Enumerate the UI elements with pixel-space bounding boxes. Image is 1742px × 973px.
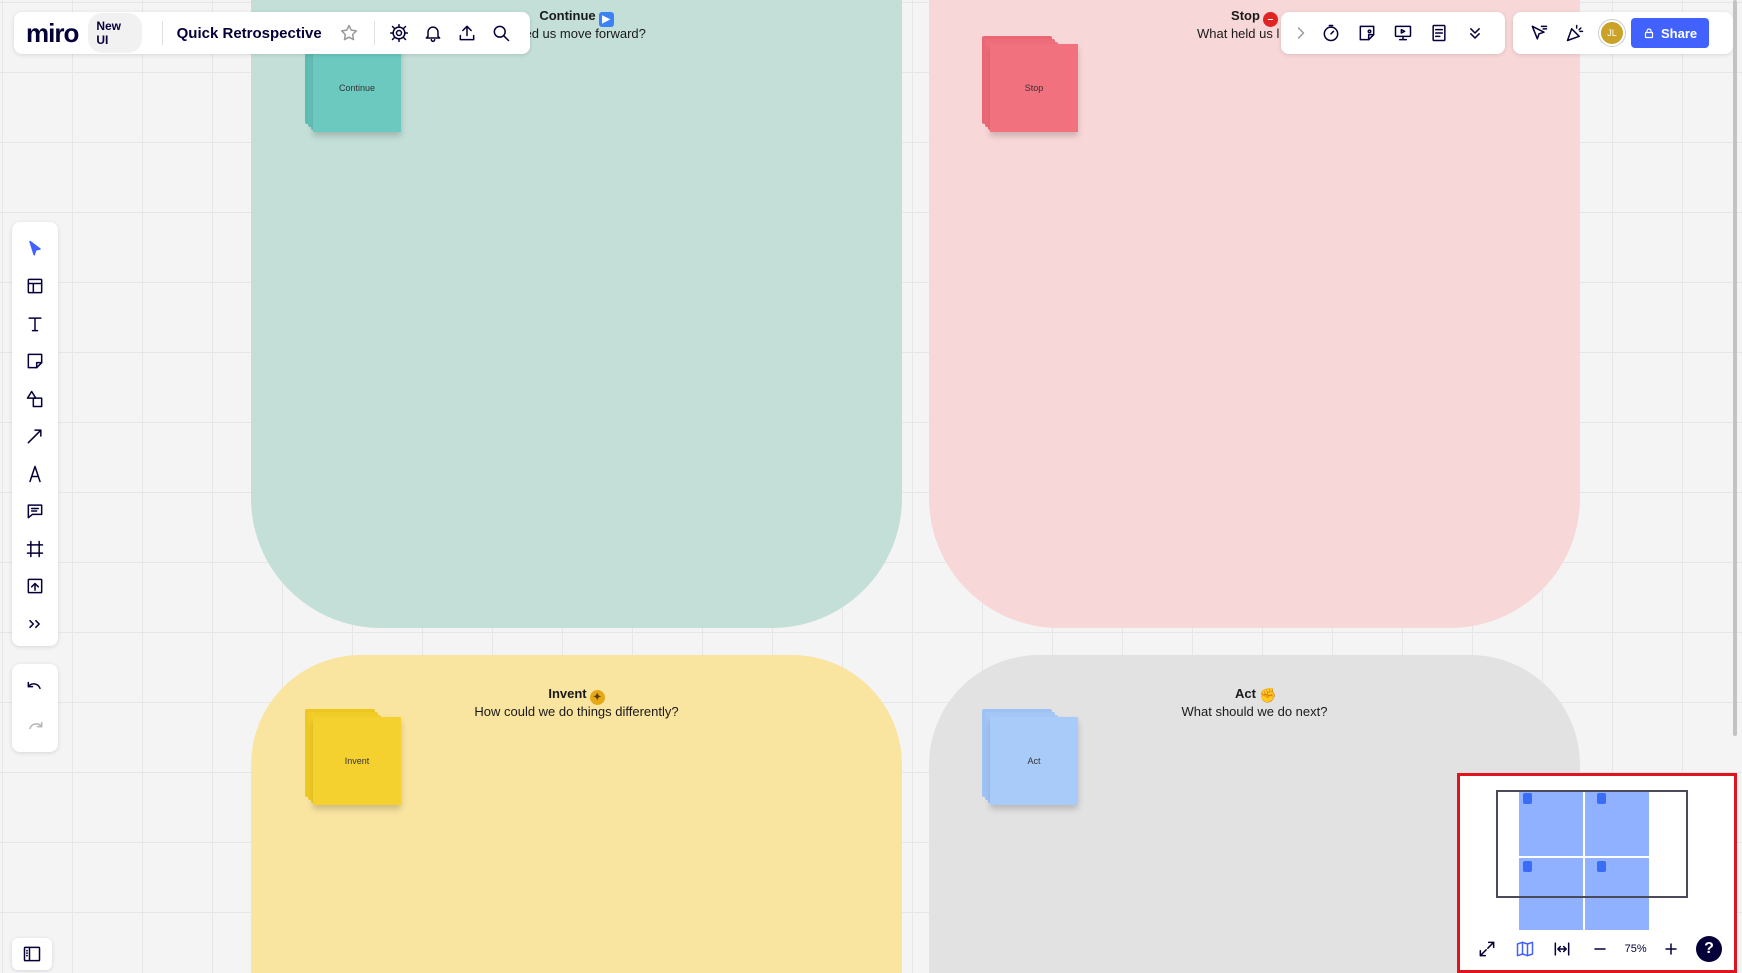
chevron-right-icon[interactable] bbox=[1291, 17, 1311, 49]
sticky-stack-invent[interactable]: Invent bbox=[305, 709, 401, 805]
search-icon[interactable] bbox=[486, 17, 516, 49]
comment-icon[interactable] bbox=[12, 493, 58, 531]
help-icon[interactable]: ? bbox=[1695, 936, 1722, 962]
frame-icon[interactable] bbox=[12, 530, 58, 568]
shapes-icon[interactable] bbox=[12, 380, 58, 418]
fast-forward-emoji-icon: ▶ bbox=[598, 12, 614, 27]
present-icon[interactable] bbox=[1387, 17, 1419, 49]
notes-icon[interactable] bbox=[1423, 17, 1455, 49]
artist-palette-emoji-icon: ✦ bbox=[589, 690, 605, 705]
bell-icon[interactable] bbox=[418, 17, 448, 49]
sidebar-panel-icon bbox=[23, 946, 41, 962]
share-label: Share bbox=[1661, 25, 1698, 41]
star-icon[interactable] bbox=[334, 17, 364, 49]
history-toolbar bbox=[12, 664, 58, 752]
collaboration-toolbar bbox=[1281, 12, 1505, 54]
vertical-scrollbar[interactable] bbox=[1733, 0, 1737, 736]
upload-icon[interactable] bbox=[452, 17, 482, 49]
select-cursor-icon[interactable] bbox=[12, 230, 58, 268]
map-icon[interactable] bbox=[1512, 936, 1538, 962]
sticky-note-continue[interactable]: Continue bbox=[313, 44, 401, 132]
fullscreen-icon[interactable] bbox=[1474, 936, 1500, 962]
undo-icon[interactable] bbox=[12, 670, 58, 710]
pen-icon[interactable] bbox=[12, 455, 58, 493]
board-header-toolbar: miro New UI Quick Retrospective bbox=[14, 12, 530, 54]
celebrate-icon[interactable] bbox=[1559, 17, 1591, 49]
new-ui-badge[interactable]: New UI bbox=[88, 13, 142, 53]
more-tools-icon[interactable] bbox=[12, 605, 58, 643]
fit-to-screen-icon[interactable] bbox=[1549, 936, 1575, 962]
invent-title: Invent ✦ bbox=[251, 686, 902, 705]
lock-icon bbox=[1644, 28, 1654, 39]
divider bbox=[373, 21, 375, 45]
miro-logo[interactable]: miro bbox=[26, 18, 79, 49]
panel-toggle-button[interactable] bbox=[12, 938, 52, 970]
act-title: Act ✊ bbox=[1235, 686, 1277, 703]
share-button[interactable]: Share bbox=[1631, 18, 1710, 48]
sticky-note-invent[interactable]: Invent bbox=[313, 717, 401, 805]
more-down-icon[interactable] bbox=[1459, 17, 1491, 49]
redo-icon[interactable] bbox=[12, 710, 58, 750]
zoom-out-icon[interactable] bbox=[1587, 936, 1613, 962]
zoom-controls: 75% ? bbox=[1460, 934, 1734, 964]
board-title[interactable]: Quick Retrospective bbox=[177, 25, 322, 42]
creation-toolbar bbox=[12, 222, 58, 646]
timer-icon[interactable] bbox=[1315, 17, 1347, 49]
connector-arrow-icon[interactable] bbox=[12, 418, 58, 456]
sticky-stack-stop[interactable]: Stop bbox=[982, 36, 1078, 132]
zoom-level[interactable]: 75% bbox=[1625, 943, 1647, 955]
upload-file-icon[interactable] bbox=[12, 568, 58, 606]
zoom-in-icon[interactable] bbox=[1658, 936, 1684, 962]
frame-invent[interactable]: Invent ✦ How could we do things different… bbox=[251, 655, 902, 973]
sticky-add-icon[interactable] bbox=[1351, 17, 1383, 49]
no-entry-emoji-icon: – bbox=[1262, 12, 1278, 27]
frame-continue[interactable]: Continue ▶ elped us move forward? Continu… bbox=[251, 0, 902, 628]
frame-stop[interactable]: Stop – What held us l Stop bbox=[929, 0, 1580, 628]
flexed-biceps-emoji-icon: ✊ bbox=[1258, 687, 1277, 703]
divider bbox=[161, 21, 163, 45]
sticky-note-icon[interactable] bbox=[12, 343, 58, 381]
avatar[interactable]: JL bbox=[1599, 20, 1625, 46]
minimap-viewport[interactable] bbox=[1496, 790, 1688, 898]
minimap-panel: 75% ? bbox=[1457, 773, 1737, 973]
user-toolbar: JL Share bbox=[1513, 12, 1733, 54]
sticky-note-stop[interactable]: Stop bbox=[990, 44, 1078, 132]
sticky-stack-act[interactable]: Act bbox=[982, 709, 1078, 805]
cursor-filter-icon[interactable] bbox=[1523, 17, 1555, 49]
sticky-note-act[interactable]: Act bbox=[990, 717, 1078, 805]
templates-icon[interactable] bbox=[12, 268, 58, 306]
text-icon[interactable] bbox=[12, 305, 58, 343]
settings-icon[interactable] bbox=[385, 17, 415, 49]
